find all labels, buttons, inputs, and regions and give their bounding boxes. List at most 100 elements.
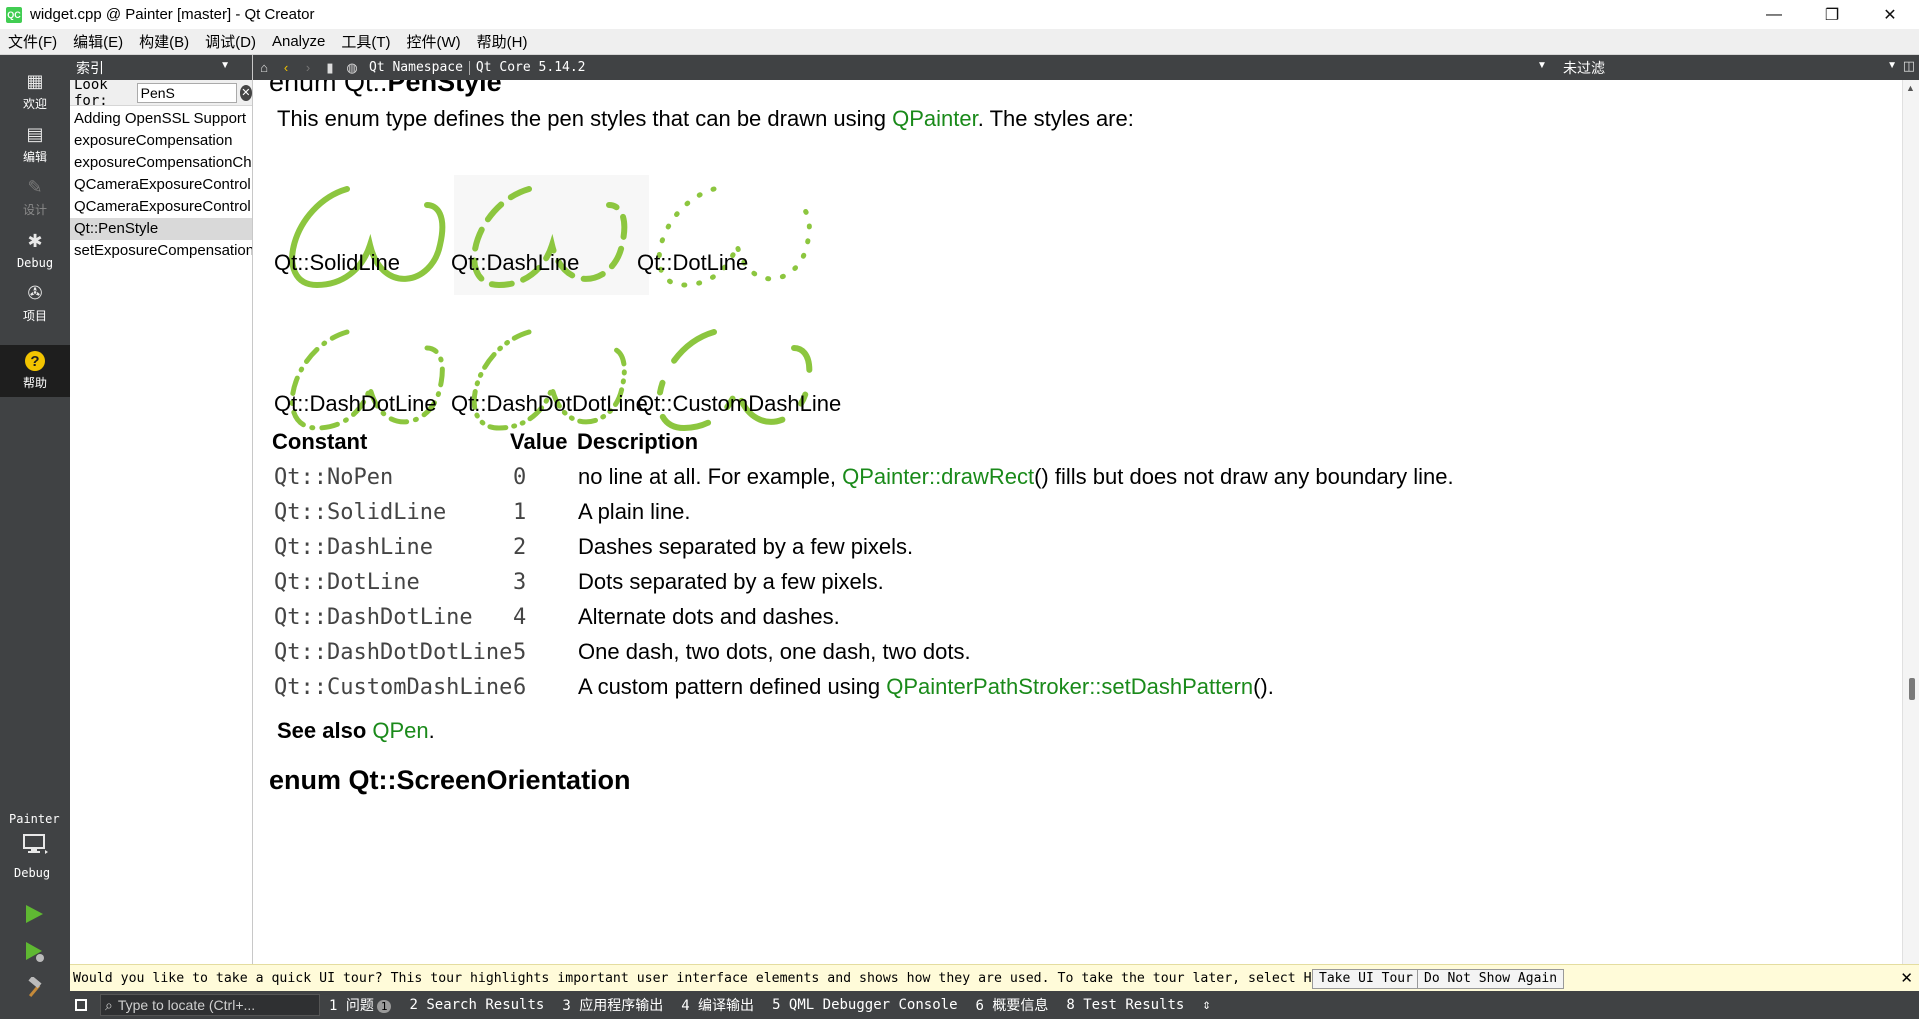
- pane-application-output[interactable]: 3 应用程序输出: [553, 995, 672, 1015]
- pane-issues[interactable]: 1 问题 1: [320, 995, 400, 1015]
- pane-test-results[interactable]: 8 Test Results: [1057, 997, 1193, 1013]
- constant-name: Qt::SolidLine: [274, 500, 447, 525]
- table-header-value: Value: [510, 429, 568, 454]
- do-not-show-again-button[interactable]: Do Not Show Again: [1417, 969, 1565, 989]
- debug-run-icon[interactable]: [23, 940, 47, 969]
- list-item[interactable]: exposureCompensation: [70, 130, 252, 152]
- list-item[interactable]: setExposureCompensation: [70, 240, 252, 262]
- menu-bar: 文件(F) 编辑(E) 构建(B) 调试(D) Analyze 工具(T) 控件…: [0, 29, 1919, 55]
- menu-controls[interactable]: 控件(W): [399, 31, 469, 52]
- mode-label: 编辑: [22, 150, 47, 164]
- pane-search-results[interactable]: 2 Search Results: [400, 997, 553, 1013]
- menu-build[interactable]: 构建(B): [131, 31, 197, 52]
- list-item[interactable]: Adding OpenSSL Support: [70, 108, 252, 130]
- list-item-selected[interactable]: Qt::PenStyle: [70, 218, 252, 240]
- vertical-scrollbar[interactable]: ▲: [1902, 80, 1919, 964]
- list-item[interactable]: QCameraExposureControl::: [70, 196, 252, 218]
- constant-description: no line at all. For example, QPainter::d…: [578, 464, 1454, 490]
- chevron-down-icon[interactable]: ▼: [220, 60, 230, 71]
- menu-help[interactable]: 帮助(H): [469, 31, 536, 52]
- take-ui-tour-button[interactable]: Take UI Tour: [1312, 969, 1420, 989]
- bookmark-icon[interactable]: ▮: [319, 55, 341, 80]
- menu-file[interactable]: 文件(F): [0, 31, 65, 52]
- constant-value: 6: [513, 675, 527, 700]
- qpainter-link[interactable]: QPainter: [892, 106, 978, 131]
- breadcrumb-module[interactable]: Qt Core 5.14.2: [470, 60, 592, 75]
- maximize-button[interactable]: ❐: [1803, 0, 1861, 29]
- help-toolbar: ⌂ ‹ › ▮ ◍ Qt Namespace Qt Core 5.14.2 ▼ …: [253, 55, 1919, 80]
- pane-compile-output[interactable]: 4 编译输出: [672, 995, 763, 1015]
- custom-dash-line-image: [656, 329, 813, 432]
- sidebar-header[interactable]: 索引 ▼: [70, 55, 252, 80]
- pane-qml-debugger-console[interactable]: 5 QML Debugger Console: [763, 997, 966, 1013]
- menu-tools[interactable]: 工具(T): [333, 31, 398, 52]
- home-icon[interactable]: ⌂: [253, 55, 275, 80]
- filter-dropdown[interactable]: 未过滤: [1563, 55, 1605, 80]
- dash-dot-dot-line-image: [471, 329, 627, 431]
- constant-description: Dashes separated by a few pixels.: [578, 534, 914, 559]
- constant-value: 2: [513, 535, 527, 560]
- minimize-button[interactable]: —: [1745, 0, 1803, 29]
- constant-description: One dash, two dots, one dash, two dots.: [578, 639, 971, 664]
- constant-name: Qt::DashDotDotLine: [274, 640, 513, 665]
- title-bar: QC widget.cpp @ Painter [master] - Qt Cr…: [0, 0, 1919, 29]
- locator-input[interactable]: ⌕ Type to locate (Ctrl+...: [100, 994, 320, 1016]
- menu-debug[interactable]: 调试(D): [197, 31, 264, 52]
- mode-design[interactable]: ✎ 设计: [0, 171, 70, 223]
- caption-dot-line: Qt::DotLine: [637, 250, 749, 275]
- build-hammer-icon[interactable]: [24, 975, 46, 1004]
- more-panes-icon[interactable]: ⇕: [1193, 997, 1219, 1013]
- close-window-button[interactable]: ✕: [1861, 0, 1919, 29]
- intro-paragraph: This enum type defines the pen styles th…: [277, 106, 1134, 132]
- drawrect-link[interactable]: QPainter::drawRect: [842, 464, 1034, 489]
- mode-label: Debug: [16, 255, 54, 270]
- next-enum-heading: enum Qt::ScreenOrientation: [269, 765, 631, 795]
- back-arrow-icon[interactable]: ‹: [275, 55, 297, 80]
- qpen-link[interactable]: QPen: [372, 718, 428, 743]
- breadcrumb-namespace[interactable]: Qt Namespace: [363, 60, 469, 75]
- globe-icon[interactable]: ◍: [341, 55, 363, 80]
- clear-search-icon[interactable]: ✕: [239, 84, 252, 101]
- intro-text-end: . The styles are:: [977, 106, 1134, 131]
- index-results-list: Adding OpenSSL Support exposureCompensat…: [70, 106, 252, 262]
- run-icon[interactable]: [23, 903, 45, 930]
- help-document-view: enum Qt::PenStyle This enum type defines…: [254, 80, 1902, 964]
- index-search-input[interactable]: [136, 82, 237, 103]
- mode-debug[interactable]: ✱ Debug: [0, 224, 70, 276]
- bug-icon: ✱: [27, 231, 43, 251]
- setdashpattern-link[interactable]: QPainterPathStroker::setDashPattern: [886, 674, 1253, 699]
- caption-dash-dot-dot-line: Qt::DashDotDotLine: [451, 391, 648, 416]
- scrollbar-thumb[interactable]: [1909, 678, 1915, 700]
- desc-text: no line at all. For example,: [578, 464, 843, 489]
- menu-analyze[interactable]: Analyze: [264, 33, 333, 50]
- target-config-label: Debug: [14, 866, 51, 880]
- mode-projects[interactable]: ✇ 项目: [0, 277, 70, 329]
- list-item[interactable]: QCameraExposureControl: [70, 174, 252, 196]
- mode-help[interactable]: ? 帮助: [0, 345, 70, 397]
- look-for-label: Look for:: [74, 76, 108, 109]
- close-icon[interactable]: ✕: [1900, 969, 1913, 987]
- pane-general-messages[interactable]: 6 概要信息: [967, 995, 1058, 1015]
- locator-placeholder: Type to locate (Ctrl+...: [117, 997, 256, 1013]
- mode-edit[interactable]: ▤ 编辑: [0, 118, 70, 170]
- mode-welcome[interactable]: ▦ 欢迎: [0, 65, 70, 117]
- dash-dot-line-image: [289, 329, 445, 431]
- mode-label: 项目: [22, 309, 47, 323]
- split-close-icon[interactable]: ◫: [1903, 58, 1915, 74]
- toggle-sidebar-icon[interactable]: [70, 991, 92, 1019]
- issues-count-badge: 1: [376, 1000, 392, 1013]
- window-title: widget.cpp @ Painter [master] - Qt Creat…: [30, 6, 315, 23]
- menu-edit[interactable]: 编辑(E): [65, 31, 131, 52]
- chevron-down-icon[interactable]: ▼: [1537, 60, 1547, 71]
- chevron-down-icon[interactable]: ▼: [1887, 60, 1897, 71]
- table-header-description: Description: [577, 429, 699, 454]
- list-item[interactable]: exposureCompensationChanged: [70, 152, 252, 174]
- forward-arrow-icon[interactable]: ›: [297, 55, 319, 80]
- monitor-icon[interactable]: [22, 833, 48, 854]
- ui-tour-infobar: Would you like to take a quick UI tour? …: [70, 964, 1919, 991]
- heading-name: PenStyle: [387, 80, 502, 97]
- status-bar: ⌕ Type to locate (Ctrl+... 1 问题 1 2 Searc…: [70, 991, 1919, 1019]
- grid-icon: ▦: [26, 70, 44, 91]
- enum-heading: enum Qt::PenStyle: [269, 80, 502, 98]
- scroll-up-icon[interactable]: ▲: [1906, 83, 1915, 93]
